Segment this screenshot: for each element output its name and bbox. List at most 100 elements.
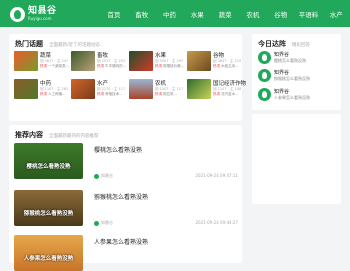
answer-question: 人参果怎么看熟没熟	[274, 95, 310, 100]
topic-hot-text: 水稻玉米...	[221, 64, 239, 68]
topic-hot-label: 热词	[213, 92, 220, 96]
topic-thumb	[129, 51, 153, 71]
site-header: 知县谷 Ruyigu.com 首页 畜牧 中药 水果 蔬菜 农机 谷物 平语料 …	[0, 0, 350, 27]
hot-topics-panel: 热门话题 全面最新/近了的话题动态 蔬菜 回 4617 · 主 247 热词 一…	[9, 34, 247, 121]
topic-name: 畜牧	[97, 53, 109, 59]
daily-answers-heading: 今日达阵 精彩回答	[258, 39, 310, 49]
topic-name: 水果	[155, 53, 167, 59]
topic-hot-text: 人工种植...	[48, 92, 66, 96]
logo-icon	[10, 6, 25, 22]
topic-card-grain[interactable]: 谷物 回 3647 · 主 219 热词 水稻玉米...	[187, 51, 243, 71]
recommend-item-pepino[interactable]: 人参果怎么看熟没熟 人参果怎么看熟没熟	[14, 235, 238, 271]
hot-topics-subtitle: 全面最新/近了的话题动态	[49, 43, 101, 48]
topic-name: 蔬菜	[40, 53, 52, 59]
answer-author: 知界谷	[274, 52, 290, 58]
recommend-title: 推荐内容	[15, 131, 43, 139]
topic-thumb	[187, 79, 211, 99]
recommend-heading: 推荐内容 全面最新最热的内容推荐	[15, 130, 99, 140]
daily-answers-title: 今日达阵	[258, 40, 286, 48]
recommend-author: 知悬谷	[94, 220, 113, 226]
answer-question: 猕猴桃怎么看熟没熟	[274, 76, 310, 81]
topic-hot-text: 拖拉机...	[163, 92, 177, 96]
topic-thumb	[14, 79, 38, 99]
daily-answers-panel: 今日达阵 精彩回答 知界谷 樱桃怎么看熟没熟 知界谷 猕猴桃怎么看熟没熟 知界谷…	[252, 34, 341, 110]
recommend-author: 知悬谷	[94, 173, 113, 179]
recommend-panel: 推荐内容 全面最新最热的内容推荐 樱桃怎么看熟没熟 樱桃怎么看熟没熟 知悬谷 2…	[9, 125, 242, 271]
topic-thumb	[71, 51, 95, 71]
topic-card-aquatic[interactable]: 水产 回 2170 · 主 117 热词 养殖技术...	[71, 79, 127, 99]
topic-hot: 热词 人工种植...	[40, 92, 70, 97]
recommend-caption: 猕猴桃怎么看熟没熟	[23, 211, 74, 217]
topic-card-medicine[interactable]: 中药 回 1107 · 主 263 热词 人工种植...	[14, 79, 70, 99]
nav-item-grain[interactable]: 谷物	[267, 0, 295, 27]
topic-hot-label: 热词	[97, 92, 104, 96]
answer-item[interactable]: 知界谷 人参果怎么看熟没熟	[258, 87, 338, 105]
topic-hot-text: 牛羊猪鸡的...	[105, 64, 126, 68]
topic-thumb	[187, 51, 211, 71]
topic-hot: 热词 一个蔬菜类...	[40, 64, 70, 69]
topic-hot-label: 热词	[213, 64, 220, 68]
topic-hot-text: 一个蔬菜类...	[48, 64, 69, 68]
recommend-caption: 人参果怎么看熟没熟	[23, 256, 74, 262]
recommend-title-link[interactable]: 猕猴桃怎么看熟没熟	[94, 192, 148, 201]
topic-thumb	[14, 51, 38, 71]
topic-name: 农机	[155, 81, 167, 87]
answer-question: 樱桃怎么看熟没熟	[274, 58, 306, 63]
topic-hot-label: 热词	[155, 64, 162, 68]
nav-item-home[interactable]: 首页	[100, 0, 128, 27]
recommend-date: 2021-09-24 09:47:11	[195, 173, 238, 178]
author-icon	[94, 173, 99, 179]
topic-hot: 热词 养殖技术...	[97, 92, 127, 97]
answer-item[interactable]: 知界谷 猕猴桃怎么看熟没熟	[258, 68, 338, 86]
topic-card-cash-crops[interactable]: 国记经济作物 回 1107 · 主 108 热词 花卉苗木...	[187, 79, 247, 99]
logo-en: Ruyigu.com	[28, 16, 52, 21]
nav-item-livestock[interactable]: 畜牧	[128, 0, 156, 27]
topic-hot: 热词 水稻玉米...	[213, 64, 243, 69]
nav-item-corpus[interactable]: 平语料	[295, 0, 323, 27]
avatar	[258, 88, 271, 101]
author-name: 知悬谷	[101, 220, 113, 225]
topic-card-machinery[interactable]: 农机 回 1007 · 主 117 热词 拖拉机...	[129, 79, 185, 99]
topic-card-vegetable[interactable]: 蔬菜 回 4617 · 主 247 热词 一个蔬菜类...	[14, 51, 70, 71]
topic-hot-text: 花卉苗木...	[221, 92, 239, 96]
nav-item-vegetable[interactable]: 蔬菜	[211, 0, 239, 27]
nav-item-medicine[interactable]: 中药	[156, 0, 184, 27]
nav-item-machinery[interactable]: 农机	[239, 0, 267, 27]
answer-item[interactable]: 知界谷 樱桃怎么看熟没熟	[258, 50, 338, 68]
hot-topics-heading: 热门话题 全面最新/近了的话题动态	[15, 39, 100, 49]
recommend-thumb: 人参果怎么看熟没熟	[14, 235, 83, 271]
topic-name: 水产	[97, 81, 109, 87]
topic-hot-label: 热词	[40, 64, 47, 68]
topic-name: 谷物	[213, 53, 225, 59]
daily-answers-subtitle: 精彩回答	[292, 43, 310, 48]
nav-item-fruit[interactable]: 水果	[183, 0, 211, 27]
site-logo[interactable]: 知县谷 Ruyigu.com	[10, 4, 57, 24]
recommend-thumb: 樱桃怎么看熟没熟	[14, 143, 83, 179]
topic-thumb	[129, 79, 153, 99]
topic-name: 国记经济作物	[213, 81, 247, 87]
sidebar-blank-panel	[252, 114, 341, 204]
answer-author: 知界谷	[274, 70, 290, 76]
topic-card-fruit[interactable]: 水果 回 5407 · 主 297 热词 猕猴桃价格...	[129, 51, 185, 71]
topic-hot: 热词 猕猴桃价格...	[155, 64, 185, 69]
author-icon	[94, 220, 99, 226]
hot-topics-title: 热门话题	[15, 40, 43, 48]
recommend-item-cherry[interactable]: 樱桃怎么看熟没熟 樱桃怎么看熟没熟 知悬谷 2021-09-24 09:47:1…	[14, 143, 238, 179]
author-name: 知悬谷	[101, 173, 113, 178]
topic-hot: 热词 花卉苗木...	[213, 92, 243, 97]
answer-author: 知界谷	[274, 89, 290, 95]
nav-item-aquatic[interactable]: 水产	[322, 0, 350, 27]
topic-card-livestock[interactable]: 畜牧 回 2017 · 主 203 热词 牛羊猪鸡的...	[71, 51, 127, 71]
logo-text: 知县谷 Ruyigu.com	[28, 7, 57, 21]
topic-hot-text: 猕猴桃价格...	[163, 64, 184, 68]
recommend-caption: 樱桃怎么看熟没熟	[26, 164, 71, 170]
logo-cn: 知县谷	[28, 6, 57, 16]
topic-hot: 热词 拖拉机...	[155, 92, 185, 97]
recommend-subtitle: 全面最新最热的内容推荐	[49, 134, 99, 139]
avatar	[258, 51, 271, 64]
recommend-date: 2021-09-24 09:44:27	[195, 220, 238, 225]
recommend-title-link[interactable]: 人参果怎么看熟没熟	[94, 237, 148, 246]
topic-name: 中药	[40, 81, 52, 87]
recommend-title-link[interactable]: 樱桃怎么看熟没熟	[94, 145, 142, 154]
recommend-item-kiwi[interactable]: 猕猴桃怎么看熟没熟 猕猴桃怎么看熟没熟 知悬谷 2021-09-24 09:44…	[14, 190, 238, 226]
